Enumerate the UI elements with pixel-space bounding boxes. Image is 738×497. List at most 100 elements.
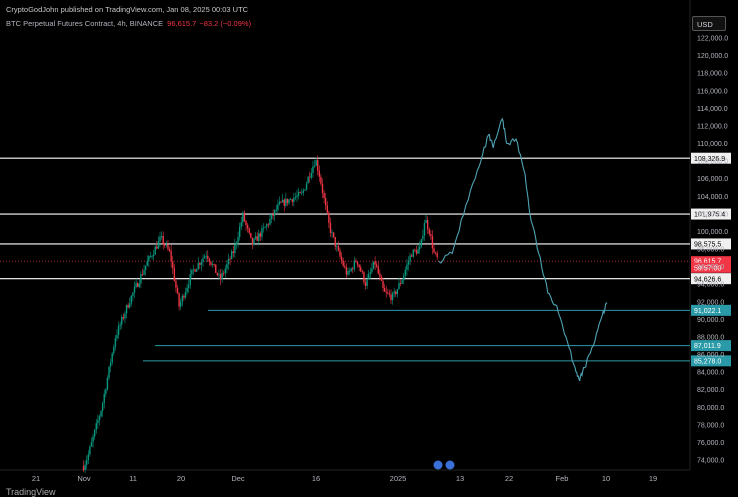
candle-body xyxy=(409,255,411,262)
candle-body xyxy=(151,256,153,257)
candle-body xyxy=(164,244,166,246)
candle-body xyxy=(187,284,190,288)
candle-body xyxy=(191,269,193,275)
candle-body xyxy=(380,276,383,281)
candle-body xyxy=(274,209,276,216)
x-tick-label: Nov xyxy=(77,474,91,483)
x-tick-label: 20 xyxy=(177,474,185,483)
candle-body xyxy=(253,238,255,245)
candle-body xyxy=(329,222,332,233)
candle-body xyxy=(138,283,140,287)
candle-body xyxy=(183,295,185,298)
x-tick-label: 16 xyxy=(312,474,320,483)
candle-body xyxy=(197,263,199,270)
level-price-label: 85,278.0 xyxy=(694,358,721,365)
candle-body xyxy=(251,237,254,245)
candle-body xyxy=(93,429,96,437)
candle-body xyxy=(383,288,386,292)
candle-body xyxy=(259,233,262,237)
currency-button[interactable]: USD xyxy=(692,16,726,31)
candle-body xyxy=(181,295,183,302)
candle-body xyxy=(129,303,131,308)
y-tick-label: 108,000.0 xyxy=(697,159,728,166)
candle-body xyxy=(302,190,305,193)
candle-body xyxy=(84,464,86,471)
flag-icon[interactable] xyxy=(445,460,455,470)
candle-body xyxy=(136,283,139,287)
candle-body xyxy=(216,272,219,276)
candle-body xyxy=(92,436,94,442)
candle-body xyxy=(313,165,316,167)
candle-body xyxy=(266,224,268,227)
candle-body xyxy=(428,229,430,235)
last-price: 96,615.7 xyxy=(167,19,197,28)
candle-body xyxy=(422,235,424,240)
candle-body xyxy=(372,261,375,269)
y-tick-label: 114,000.0 xyxy=(697,106,728,113)
candle-body xyxy=(109,362,112,367)
flag-icon[interactable] xyxy=(433,460,443,470)
candle-body xyxy=(361,271,364,273)
candle-body xyxy=(326,205,328,213)
candle-body xyxy=(223,273,225,274)
price-chart[interactable]: 108,326.9101,975.498,575.594,626.691,022… xyxy=(0,0,738,497)
candle-body xyxy=(86,460,88,465)
y-tick-label: 102,000.0 xyxy=(697,211,728,218)
y-tick-label: 78,000.0 xyxy=(697,422,724,429)
candle-body xyxy=(135,283,137,287)
candle-body xyxy=(108,366,110,378)
candle-body xyxy=(320,176,322,184)
candle-body xyxy=(420,239,422,247)
candle-body xyxy=(168,249,171,251)
candle-body xyxy=(235,242,238,245)
y-tick-label: 118,000.0 xyxy=(697,71,728,78)
candle-body xyxy=(387,292,389,294)
candle-body xyxy=(246,225,249,229)
candle-body xyxy=(192,269,195,271)
candle-body xyxy=(258,233,260,241)
candle-body xyxy=(226,263,228,269)
candle-body xyxy=(148,256,150,262)
candle-body xyxy=(232,251,234,253)
candle-body xyxy=(262,227,265,229)
candle-body xyxy=(224,268,227,274)
candle-body xyxy=(355,260,357,262)
candle-body xyxy=(245,221,247,226)
candle-body xyxy=(297,192,300,196)
candle-body xyxy=(267,224,270,226)
candle-body xyxy=(111,353,113,363)
candle-body xyxy=(229,258,231,260)
symbol-name: BTC Perpetual Futures Contract, 4h, BINA… xyxy=(6,19,164,28)
candle-body xyxy=(172,261,174,269)
candle-body xyxy=(215,264,217,273)
candle-body xyxy=(175,280,177,288)
y-tick-label: 98,000.0 xyxy=(697,247,724,254)
candle-body xyxy=(368,274,370,279)
candle-body xyxy=(234,244,236,253)
candle-body xyxy=(117,325,120,335)
candle-body xyxy=(269,219,271,225)
candle-body xyxy=(353,260,356,270)
y-tick-label: 110,000.0 xyxy=(697,141,728,148)
candle-body xyxy=(156,246,158,249)
candle-body xyxy=(242,212,244,223)
candle-body xyxy=(283,199,285,206)
x-tick-label: 2025 xyxy=(390,474,407,483)
candle-body xyxy=(336,246,338,248)
candle-body xyxy=(221,273,223,280)
y-tick-label: 116,000.0 xyxy=(697,88,728,95)
candle-body xyxy=(103,393,105,404)
candle-body xyxy=(374,261,376,265)
candle-body xyxy=(275,209,277,211)
candle-body xyxy=(371,268,373,273)
candle-body xyxy=(382,280,384,289)
candle-body xyxy=(82,466,85,471)
candle-body xyxy=(412,249,415,257)
candle-body xyxy=(205,255,207,257)
candle-body xyxy=(315,160,317,166)
candle-body xyxy=(393,291,395,294)
candle-body xyxy=(305,183,308,190)
candle-body xyxy=(211,264,214,265)
candle-body xyxy=(285,198,287,206)
candle-body xyxy=(317,160,319,171)
